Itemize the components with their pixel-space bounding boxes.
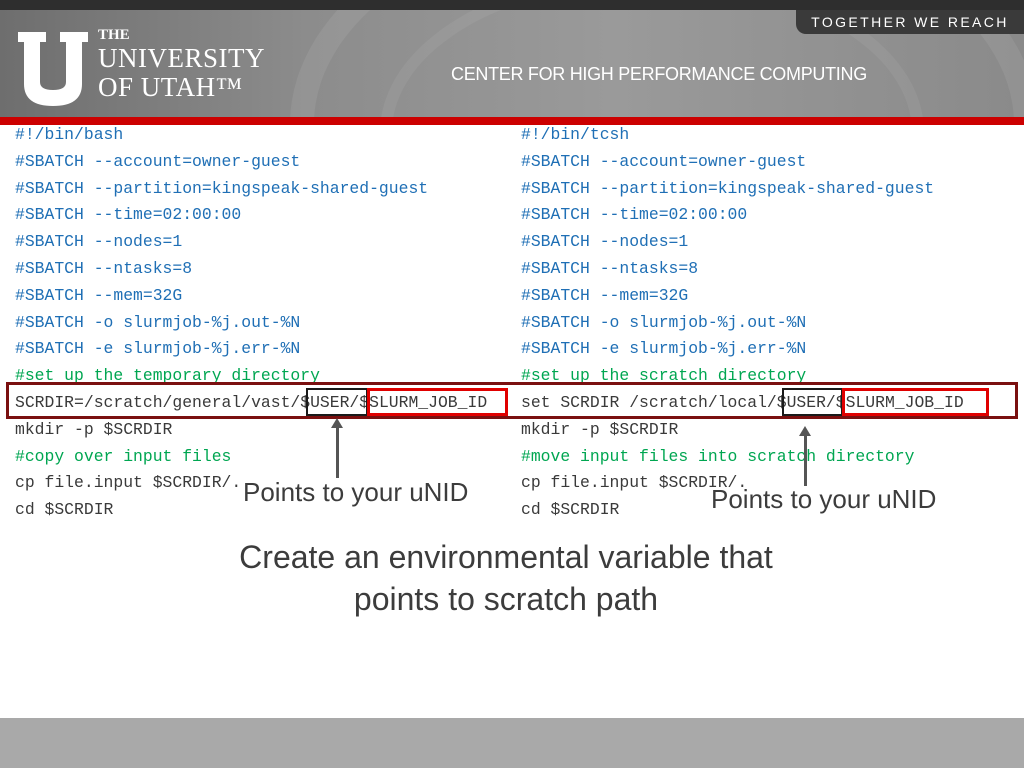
jobid-highlight-box-right — [842, 388, 989, 416]
left-script-line: #SBATCH --time=02:00:00 — [15, 205, 241, 225]
right-script-line: #SBATCH -e slurmjob-%j.err-%N — [521, 339, 806, 359]
code-text: #!/bin/bash — [15, 125, 124, 144]
left-script-line: #SBATCH --mem=32G — [15, 286, 182, 306]
jobid-highlight-box-left — [367, 388, 508, 416]
slide-caption: Create an environmental variable that po… — [0, 536, 1012, 620]
note-left: Points to your uNID — [243, 477, 469, 507]
right-script-line: #SBATCH --time=02:00:00 — [521, 205, 747, 225]
university-logo-text: THE UNIVERSITY OF UTAH™ — [98, 28, 265, 101]
left-script-line: cd $SCRDIR — [15, 500, 113, 520]
left-script-line: #!/bin/bash — [15, 125, 123, 145]
user-highlight-box-right — [782, 388, 843, 416]
user-highlight-box-left — [306, 388, 368, 416]
code-text: #SBATCH --nodes=1 — [521, 232, 689, 252]
code-text: #SBATCH --mem=32G — [15, 285, 183, 305]
code-text: #SBATCH --mem=32G — [521, 285, 689, 305]
code-text: #move input files into scratch directory — [521, 446, 915, 466]
code-text: #SBATCH --time=02:00:00 — [521, 205, 748, 225]
code-text: #SBATCH -e slurmjob-%j.err-%N — [521, 339, 807, 359]
code-text: #SBATCH --partition=kingspeak-shared-gue… — [15, 178, 429, 198]
logo-university: UNIVERSITY — [98, 43, 265, 73]
code-text: #SBATCH --nodes=1 — [15, 232, 183, 252]
code-text: #SBATCH -e slurmjob-%j.err-%N — [15, 339, 301, 359]
block-u-logo-icon — [18, 32, 88, 106]
logo-the: THE — [98, 27, 130, 43]
code-text: #SBATCH --account=owner-guest — [521, 151, 807, 171]
right-script-line: #move input files into scratch directory — [521, 447, 914, 467]
right-script-line: #SBATCH -o slurmjob-%j.out-%N — [521, 313, 806, 333]
center-name: CENTER FOR HIGH PERFORMANCE COMPUTING — [451, 64, 867, 84]
code-text: cd $SCRDIR — [15, 500, 114, 520]
caption-line-2: points to scratch path — [353, 581, 659, 617]
right-script-line: #SBATCH --nodes=1 — [521, 232, 688, 252]
slide-footer — [0, 718, 1024, 768]
logo-of-utah: OF UTAH™ — [98, 72, 243, 102]
code-text: #SBATCH -o slurmjob-%j.out-%N — [15, 312, 301, 332]
left-script-line: #SBATCH --account=owner-guest — [15, 152, 300, 172]
right-script-line: mkdir -p $SCRDIR — [521, 420, 678, 440]
code-text: mkdir -p $SCRDIR — [15, 419, 173, 439]
top-bar — [0, 0, 1024, 10]
code-text: #!/bin/tcsh — [521, 125, 630, 144]
code-text: cp file.input $SCRDIR/. — [15, 473, 242, 493]
code-text: #copy over input files — [15, 446, 232, 466]
note-right: Points to your uNID — [711, 484, 937, 514]
red-divider — [0, 117, 1024, 125]
code-text: #SBATCH -o slurmjob-%j.out-%N — [521, 312, 807, 332]
code-text: #SBATCH --ntasks=8 — [15, 259, 193, 278]
right-script-line: #SBATCH --account=owner-guest — [521, 152, 806, 172]
left-script-line: #SBATCH --partition=kingspeak-shared-gue… — [15, 179, 428, 199]
left-script-line: #SBATCH -e slurmjob-%j.err-%N — [15, 339, 300, 359]
left-script-line: mkdir -p $SCRDIR — [15, 420, 172, 440]
caption-line-1: Create an environmental variable that — [239, 539, 773, 575]
right-script-line: #SBATCH --ntasks=8 — [521, 259, 698, 279]
code-text: mkdir -p $SCRDIR — [521, 419, 679, 439]
left-script-line: cp file.input $SCRDIR/. — [15, 473, 241, 493]
left-script-line: #SBATCH --ntasks=8 — [15, 259, 192, 279]
arrow-shaft-left — [336, 426, 339, 478]
left-script-line: #SBATCH --nodes=1 — [15, 232, 182, 252]
slide-header: TOGETHER WE REACH THE UNIVERSITY OF UTAH… — [0, 10, 1024, 117]
right-script-line: #!/bin/tcsh — [521, 125, 629, 145]
tagline: TOGETHER WE REACH — [796, 10, 1024, 34]
right-script-line: #SBATCH --partition=kingspeak-shared-gue… — [521, 179, 934, 199]
code-text: #SBATCH --partition=kingspeak-shared-gue… — [521, 178, 935, 198]
right-script-line: cd $SCRDIR — [521, 500, 619, 520]
left-script-line: #copy over input files — [15, 447, 231, 467]
left-script-line: #SBATCH -o slurmjob-%j.out-%N — [15, 313, 300, 333]
right-script-line: #SBATCH --mem=32G — [521, 286, 688, 306]
code-text: cd $SCRDIR — [521, 500, 620, 520]
code-text: #SBATCH --ntasks=8 — [521, 259, 699, 278]
code-text: #SBATCH --time=02:00:00 — [15, 205, 242, 225]
code-text: #SBATCH --account=owner-guest — [15, 151, 301, 171]
arrow-shaft-right — [804, 434, 807, 486]
